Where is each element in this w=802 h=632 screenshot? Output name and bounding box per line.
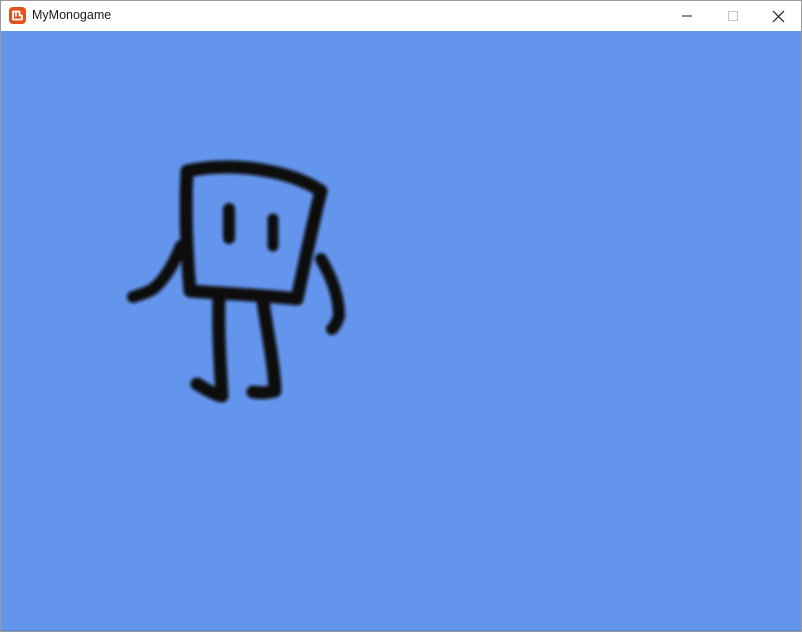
character-left-leg <box>190 292 229 403</box>
close-button[interactable] <box>755 1 801 31</box>
character-right-leg <box>246 294 282 400</box>
game-viewport[interactable] <box>1 31 801 631</box>
character-right-arm <box>315 253 345 335</box>
character-head <box>179 160 328 306</box>
minimize-button[interactable] <box>664 1 710 31</box>
window-title: MyMonogame <box>32 8 112 22</box>
close-icon <box>772 10 784 22</box>
minimize-icon <box>682 15 692 17</box>
title-bar[interactable]: MyMonogame <box>1 1 801 31</box>
maximize-icon <box>728 11 738 21</box>
character-left-arm <box>127 240 187 303</box>
monogame-logo-icon <box>9 7 26 24</box>
window-bottom-edge <box>1 630 801 631</box>
app-window: MyMonogame <box>0 0 802 632</box>
maximize-button[interactable] <box>710 1 756 31</box>
doodle-character-sprite <box>127 160 345 403</box>
